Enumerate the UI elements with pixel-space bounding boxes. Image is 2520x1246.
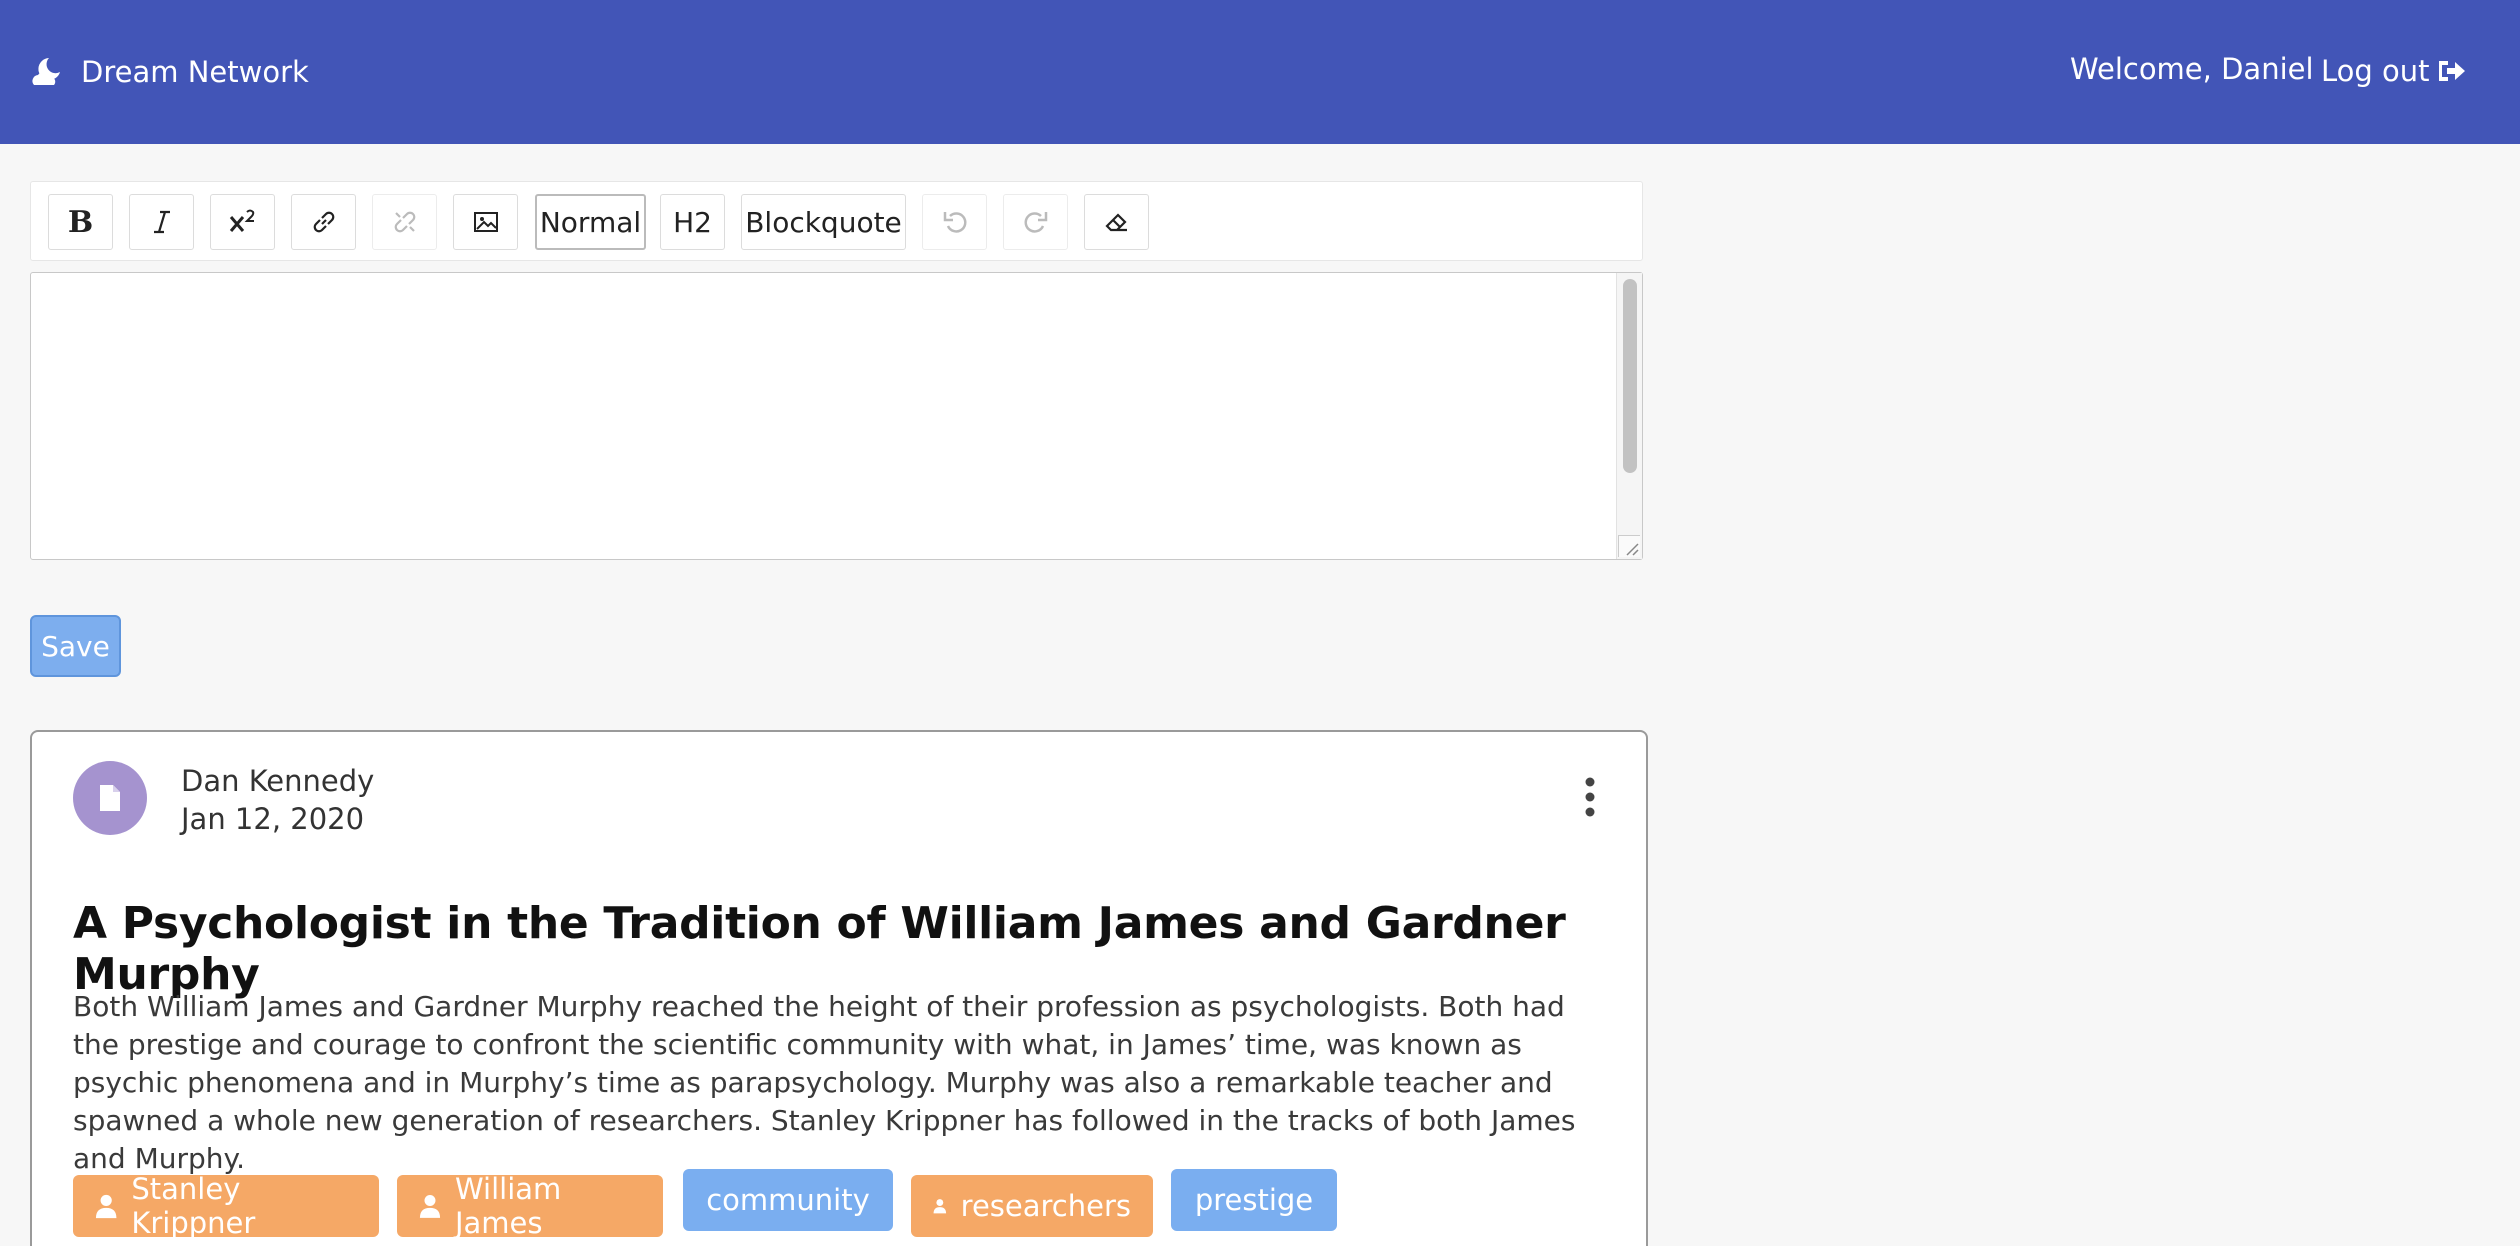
bold-icon: B xyxy=(67,204,94,240)
resize-grip-icon xyxy=(1626,543,1639,556)
tag-topic[interactable]: prestige xyxy=(1171,1169,1337,1231)
rich-text-editor[interactable] xyxy=(30,272,1643,560)
editor-scrollbar[interactable] xyxy=(1616,273,1642,559)
post-card: Dan Kennedy Jan 12, 2020 A Psychologist … xyxy=(30,730,1648,1246)
link-icon xyxy=(313,211,334,233)
eraser-icon xyxy=(1104,213,1127,232)
document-icon xyxy=(100,785,120,811)
tag-label: Stanley Krippner xyxy=(131,1172,256,1240)
brand-link[interactable]: Dream Network xyxy=(29,52,309,92)
save-button[interactable]: Save xyxy=(30,615,121,677)
tag-label: researchers xyxy=(960,1189,1131,1223)
editor-toolbar: B Normal H2 Blockquote xyxy=(30,181,1643,261)
user-icon xyxy=(95,1194,117,1219)
editor-content[interactable] xyxy=(47,287,1602,545)
resize-handle[interactable] xyxy=(1618,535,1640,557)
tag-label: community xyxy=(706,1183,870,1217)
redo-button[interactable] xyxy=(1003,194,1068,250)
tag-label: prestige xyxy=(1194,1183,1314,1217)
user-icon xyxy=(419,1195,441,1218)
superscript-icon xyxy=(229,209,254,232)
image-button[interactable] xyxy=(453,194,518,250)
bold-button[interactable]: B xyxy=(48,194,113,250)
tag-topic[interactable]: community xyxy=(683,1169,893,1231)
link-button[interactable] xyxy=(291,194,356,250)
tag-person[interactable]: William James xyxy=(397,1172,663,1240)
tag-label: William James xyxy=(454,1172,562,1240)
unlink-button[interactable] xyxy=(372,194,437,250)
undo-button[interactable] xyxy=(922,194,987,250)
h2-label: H2 xyxy=(673,205,712,239)
post-author[interactable]: Dan Kennedy xyxy=(181,764,374,798)
redo-icon xyxy=(1023,212,1047,233)
top-navbar: Dream Network Welcome, Daniel Log out xyxy=(0,0,2520,144)
italic-button[interactable] xyxy=(129,194,194,250)
user-icon xyxy=(933,1199,947,1214)
tag-person[interactable]: Stanley Krippner xyxy=(73,1172,379,1240)
post-title: A Psychologist in the Tradition of Willi… xyxy=(73,898,1566,1000)
image-icon xyxy=(473,212,498,232)
superscript-button[interactable] xyxy=(210,194,275,250)
welcome-text: Welcome, Daniel xyxy=(2070,52,2314,86)
post-body: Both William James and Gardner Murphy re… xyxy=(73,990,1576,1175)
h2-button[interactable]: H2 xyxy=(660,194,725,250)
logout-label: Log out xyxy=(2321,54,2430,88)
logout-link[interactable]: Log out xyxy=(2321,54,2466,88)
sign-out-icon xyxy=(2438,61,2465,81)
more-options-icon[interactable] xyxy=(1580,776,1600,818)
normal-style-button[interactable]: Normal xyxy=(535,194,646,250)
unlink-icon xyxy=(394,211,415,233)
tag-person[interactable]: researchers xyxy=(911,1175,1153,1237)
undo-icon xyxy=(943,212,967,233)
blockquote-button[interactable]: Blockquote xyxy=(741,194,906,250)
blockquote-label: Blockquote xyxy=(745,205,902,239)
post-date: Jan 12, 2020 xyxy=(181,802,365,836)
brand-name: Dream Network xyxy=(81,55,309,89)
scrollbar-thumb[interactable] xyxy=(1623,279,1637,473)
normal-label: Normal xyxy=(539,205,642,239)
clear-format-button[interactable] xyxy=(1084,194,1149,250)
moon-cloud-icon xyxy=(32,58,60,85)
italic-icon xyxy=(153,210,170,234)
avatar[interactable] xyxy=(73,761,147,835)
